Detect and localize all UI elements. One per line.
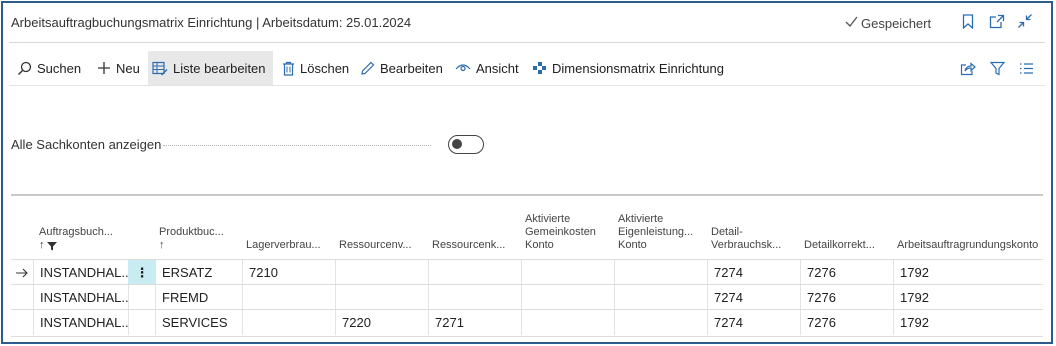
new-label: Neu: [116, 60, 140, 76]
cell-capitalized-overhead[interactable]: [521, 285, 614, 310]
pencil-icon: [361, 61, 375, 75]
edit-list-icon: [152, 61, 168, 75]
edit-label: Bearbeiten: [380, 60, 443, 76]
new-button[interactable]: Neu: [93, 51, 144, 85]
title-bar: Arbeitsauftragbuchungsmatrix Einrichtung…: [3, 3, 1051, 41]
table-row[interactable]: INSTANDHAL... ⋮ ERSATZ 7210 7274 7276 17…: [11, 259, 1045, 285]
view-label: Ansicht: [476, 60, 519, 76]
cell-product-posting-group[interactable]: FREMD: [155, 285, 242, 310]
col-header-detail-consumption[interactable]: Detail- Verbrauchsk...: [707, 196, 800, 258]
action-bar: Suchen Neu Liste bearbeiten Löschen Bear…: [9, 51, 1045, 85]
title-divider: [9, 42, 1045, 43]
cell-order-posting-group[interactable]: INSTANDHAL...: [33, 310, 128, 335]
cell-resource-consumption[interactable]: 7220: [335, 310, 428, 335]
cell-inventory-consumption[interactable]: 7210: [242, 260, 335, 285]
col-header-capitalized-own-work[interactable]: Aktivierte Eigenleistung... Konto: [614, 196, 707, 258]
col-header-rounding-account[interactable]: Arbeitsauftragrundungskonto: [893, 196, 1045, 258]
col-header-order-posting-group[interactable]: Auftragsbuch... ↑: [35, 196, 129, 258]
cell-inventory-consumption[interactable]: [242, 285, 335, 310]
cell-resource-cost[interactable]: [428, 260, 521, 285]
show-all-accounts-label: Alle Sachkonten anzeigen: [11, 137, 162, 152]
cell-capitalized-overhead[interactable]: [521, 310, 614, 335]
show-all-accounts-row: Alle Sachkonten anzeigen: [11, 134, 491, 156]
edit-list-label: Liste bearbeiten: [173, 60, 266, 76]
bookmark-icon[interactable]: [959, 12, 977, 30]
saved-status: Gespeichert: [845, 15, 931, 31]
col-header-resource-cost[interactable]: Ressourcenk...: [428, 196, 521, 258]
cell-row-menu-empty: [128, 310, 155, 335]
cell-row-menu-empty: [128, 285, 155, 310]
share-icon[interactable]: [959, 59, 977, 77]
cell-detail-consumption[interactable]: 7274: [707, 285, 800, 310]
label-leader-dots: [163, 145, 431, 146]
cell-order-posting-group[interactable]: INSTANDHAL...: [33, 260, 128, 285]
show-all-accounts-toggle[interactable]: [448, 135, 484, 154]
page-frame: Arbeitsauftragbuchungsmatrix Einrichtung…: [1, 1, 1053, 344]
edit-list-button[interactable]: Liste bearbeiten: [148, 51, 273, 85]
cell-capitalized-overhead[interactable]: [521, 260, 614, 285]
eye-icon: [455, 64, 471, 72]
edit-button[interactable]: Bearbeiten: [356, 51, 447, 85]
row-actions-menu-icon[interactable]: ⋮: [128, 260, 156, 285]
posting-matrix-grid: Auftragsbuch... ↑ Produktbuc... ↑ Lagerv…: [11, 196, 1045, 342]
sort-ascending-icon: ↑: [159, 239, 165, 251]
col-header-resource-consumption[interactable]: Ressourcenv...: [335, 196, 428, 258]
cell-detail-consumption[interactable]: 7274: [707, 260, 800, 285]
cell-capitalized-own-work[interactable]: [614, 285, 707, 310]
list-view-icon[interactable]: [1017, 59, 1035, 77]
collapse-icon[interactable]: [1016, 12, 1034, 30]
saved-label: Gespeichert: [861, 15, 932, 31]
search-label: Suchen: [37, 60, 82, 76]
delete-label: Löschen: [300, 60, 350, 76]
sort-ascending-icon: ↑: [39, 239, 45, 251]
cell-rounding-account[interactable]: 1792: [893, 310, 1045, 335]
cell-capitalized-own-work[interactable]: [614, 260, 707, 285]
filter-active-icon: [46, 241, 57, 250]
col-header-inventory-consumption[interactable]: Lagerverbrau...: [242, 196, 335, 258]
view-button[interactable]: Ansicht: [451, 51, 523, 85]
table-row[interactable]: INSTANDHAL... FREMD 7274 7276 1792: [11, 284, 1045, 310]
col-header-product-posting-group[interactable]: Produktbuc... ↑: [155, 196, 243, 258]
plus-icon: [98, 62, 110, 74]
dimension-matrix-label: Dimensionsmatrix Einrichtung: [552, 60, 724, 76]
cell-capitalized-own-work[interactable]: [614, 310, 707, 335]
open-new-window-icon[interactable]: [988, 12, 1006, 30]
cell-inventory-consumption[interactable]: [242, 310, 335, 335]
search-button[interactable]: Suchen: [13, 51, 85, 85]
trash-icon: [283, 61, 294, 76]
delete-button[interactable]: Löschen: [278, 51, 353, 85]
dimension-matrix-icon: [533, 62, 546, 74]
cell-resource-cost[interactable]: [428, 285, 521, 310]
cell-resource-cost[interactable]: 7271: [428, 310, 521, 335]
cell-detail-correction[interactable]: 7276: [800, 260, 893, 285]
cell-resource-consumption[interactable]: [335, 285, 428, 310]
cell-rounding-account[interactable]: 1792: [893, 260, 1045, 285]
cell-detail-correction[interactable]: 7276: [800, 285, 893, 310]
col-header-capitalized-overhead[interactable]: Aktivierte Gemeinkosten Konto: [521, 196, 614, 258]
cell-order-posting-group[interactable]: INSTANDHAL...: [33, 285, 128, 310]
cell-detail-correction[interactable]: 7276: [800, 310, 893, 335]
row-selected-arrow-icon: [11, 260, 33, 285]
toggle-knob: [452, 139, 462, 149]
grid-bottom-border: [11, 336, 1043, 337]
cell-rounding-account[interactable]: 1792: [893, 285, 1045, 310]
page-title: Arbeitsauftragbuchungsmatrix Einrichtung…: [11, 15, 412, 30]
search-icon: [18, 61, 32, 75]
cell-product-posting-group[interactable]: ERSATZ: [155, 260, 242, 285]
cell-detail-consumption[interactable]: 7274: [707, 310, 800, 335]
action-divider: [9, 85, 1045, 86]
cell-resource-consumption[interactable]: [335, 260, 428, 285]
cell-product-posting-group[interactable]: SERVICES: [155, 310, 242, 335]
dimension-matrix-button[interactable]: Dimensionsmatrix Einrichtung: [527, 51, 728, 85]
table-row[interactable]: INSTANDHAL... SERVICES 7220 7271 7274 72…: [11, 309, 1045, 335]
checkmark-icon: [845, 15, 858, 31]
filter-icon[interactable]: [988, 59, 1006, 77]
col-header-detail-correction[interactable]: Detailkorrekt...: [800, 196, 893, 258]
